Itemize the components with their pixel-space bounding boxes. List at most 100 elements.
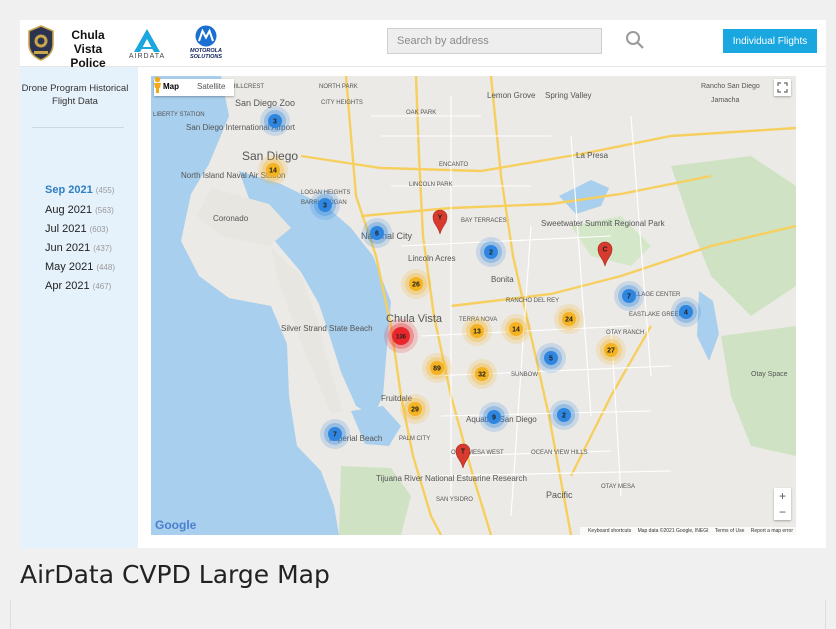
- month-item[interactable]: Jul 2021 (603): [45, 223, 108, 235]
- bottom-area: [10, 600, 826, 629]
- place-label: OCEAN VIEW HILLS: [531, 450, 588, 456]
- flight-cluster-blue[interactable]: 4: [671, 297, 701, 327]
- sidebar: Drone Program Historical Flight Data Sep…: [20, 67, 138, 548]
- place-label: LIBERTY STATION: [153, 112, 205, 118]
- month-item[interactable]: May 2021 (448): [45, 261, 115, 273]
- flight-cluster-orange[interactable]: 32: [467, 359, 497, 389]
- cluster-count: 89: [433, 366, 441, 373]
- cluster-count: 13: [473, 329, 481, 336]
- place-label: Coronado: [213, 214, 249, 223]
- month-count: (563): [95, 206, 114, 215]
- flight-cluster-orange[interactable]: 14: [258, 155, 288, 185]
- flight-cluster-red[interactable]: 136: [384, 319, 418, 353]
- flight-pin-marker[interactable]: Y: [432, 209, 448, 235]
- cluster-count: 7: [333, 432, 337, 439]
- map-type-satellite[interactable]: Satellite: [188, 79, 234, 96]
- place-label: BAY TERRACES: [461, 218, 507, 224]
- place-label: Tijuana River National Estuarine Researc…: [376, 474, 527, 483]
- flight-cluster-orange[interactable]: 26: [401, 269, 431, 299]
- month-count: (603): [89, 225, 109, 234]
- flight-cluster-blue[interactable]: 6: [362, 218, 392, 248]
- terms-of-use-link[interactable]: Terms of Use: [715, 528, 744, 534]
- flight-cluster-orange[interactable]: 89: [422, 353, 452, 383]
- fullscreen-icon: [777, 82, 788, 93]
- keyboard-shortcuts-link[interactable]: Keyboard shortcuts: [588, 528, 631, 534]
- sidebar-divider: [32, 127, 124, 128]
- month-label: Aug 2021: [45, 204, 93, 216]
- flight-cluster-blue[interactable]: 9: [479, 402, 509, 432]
- cluster-count: 5: [549, 356, 553, 363]
- cluster-count: 27: [607, 348, 615, 355]
- month-item[interactable]: Apr 2021 (467): [45, 280, 111, 292]
- police-badge-icon: [28, 25, 54, 61]
- month-item[interactable]: Sep 2021 (455): [45, 184, 114, 196]
- place-label: RANCHO DEL REY: [506, 298, 559, 304]
- google-logo: Google: [155, 518, 197, 532]
- search-icon[interactable]: [625, 30, 645, 50]
- flight-cluster-blue[interactable]: 2: [549, 400, 579, 430]
- place-label: Sweetwater Summit Regional Park: [541, 219, 666, 228]
- place-label: Rancho San Diego: [701, 83, 760, 90]
- place-label: LINCOLN PARK: [409, 182, 453, 188]
- flight-cluster-blue[interactable]: 3: [310, 190, 340, 220]
- street-view-pegman-icon[interactable]: [151, 76, 164, 94]
- flight-cluster-blue[interactable]: 7: [320, 419, 350, 449]
- map-data-text: Map data ©2021 Google, INEGI: [637, 528, 709, 534]
- cluster-count: 2: [562, 413, 566, 420]
- individual-flights-button[interactable]: Individual Flights: [723, 29, 817, 53]
- fullscreen-button[interactable]: [774, 79, 791, 96]
- flight-cluster-orange[interactable]: 27: [596, 335, 626, 365]
- cluster-count: 32: [478, 372, 486, 379]
- zoom-in-button[interactable]: +: [774, 488, 791, 504]
- search-address-input[interactable]: [387, 28, 602, 54]
- flight-pin-marker[interactable]: C: [597, 241, 613, 267]
- month-item[interactable]: Aug 2021 (563): [45, 204, 114, 216]
- month-item[interactable]: Jun 2021 (437): [45, 242, 112, 254]
- flight-cluster-blue[interactable]: 7: [614, 281, 644, 311]
- place-label: NORTH PARK: [319, 84, 358, 90]
- cluster-count: 24: [565, 317, 573, 324]
- pin-label: C: [602, 247, 607, 254]
- place-label: CITY HEIGHTS: [321, 100, 363, 106]
- month-count: (437): [93, 244, 112, 253]
- otay-lake: [697, 291, 719, 361]
- place-label: SUNBOW: [511, 372, 538, 378]
- place-label: Lincoln Acres: [408, 254, 456, 263]
- flight-cluster-blue[interactable]: 3: [260, 106, 290, 136]
- month-label: Jul 2021: [45, 223, 87, 235]
- flight-cluster-orange[interactable]: 24: [554, 304, 584, 334]
- zoom-out-button[interactable]: −: [774, 504, 791, 520]
- police-name: Chula Vista Police: [70, 28, 106, 70]
- month-label: Sep 2021: [45, 184, 93, 196]
- place-label: SAN YSIDRO: [436, 497, 473, 503]
- month-count: (467): [92, 282, 112, 291]
- flight-cluster-orange[interactable]: 14: [501, 314, 531, 344]
- cluster-count: 9: [492, 415, 496, 422]
- place-label: San Diego Zoo: [235, 98, 295, 108]
- map-attribution: Keyboard shortcuts Map data ©2021 Google…: [580, 527, 796, 535]
- map-canvas[interactable]: HILLCREST NORTH PARK CITY HEIGHTS OAK PARK L…: [151, 76, 796, 535]
- place-label: HILLCREST: [231, 84, 264, 90]
- cluster-count: 29: [411, 407, 419, 414]
- airdata-label: AIRDATA: [128, 53, 166, 60]
- page-caption: AirData CVPD Large Map: [20, 560, 330, 589]
- motorola-logo-icon: [195, 25, 217, 47]
- place-label: Jamacha: [711, 97, 740, 104]
- place-label: OAK PARK: [406, 110, 436, 116]
- map-type-toggle: Map Satellite: [154, 79, 235, 96]
- month-label: May 2021: [45, 261, 94, 273]
- report-map-error-link[interactable]: Report a map error: [751, 528, 793, 534]
- flight-cluster-orange[interactable]: 13: [462, 316, 492, 346]
- flight-cluster-blue[interactable]: 2: [476, 237, 506, 267]
- month-count: (455): [95, 186, 115, 195]
- pin-label: T: [461, 449, 466, 456]
- otay-space: [721, 326, 796, 456]
- flight-pin-marker[interactable]: T: [455, 443, 471, 469]
- flight-cluster-orange[interactable]: 29: [400, 394, 430, 424]
- cluster-count: 7: [627, 294, 631, 301]
- cluster-count: 6: [375, 231, 379, 238]
- cluster-count: 14: [269, 168, 277, 175]
- cluster-count: 4: [684, 310, 688, 317]
- flight-cluster-blue[interactable]: 5: [536, 343, 566, 373]
- map-view[interactable]: HILLCREST NORTH PARK CITY HEIGHTS OAK PARK L…: [151, 76, 796, 535]
